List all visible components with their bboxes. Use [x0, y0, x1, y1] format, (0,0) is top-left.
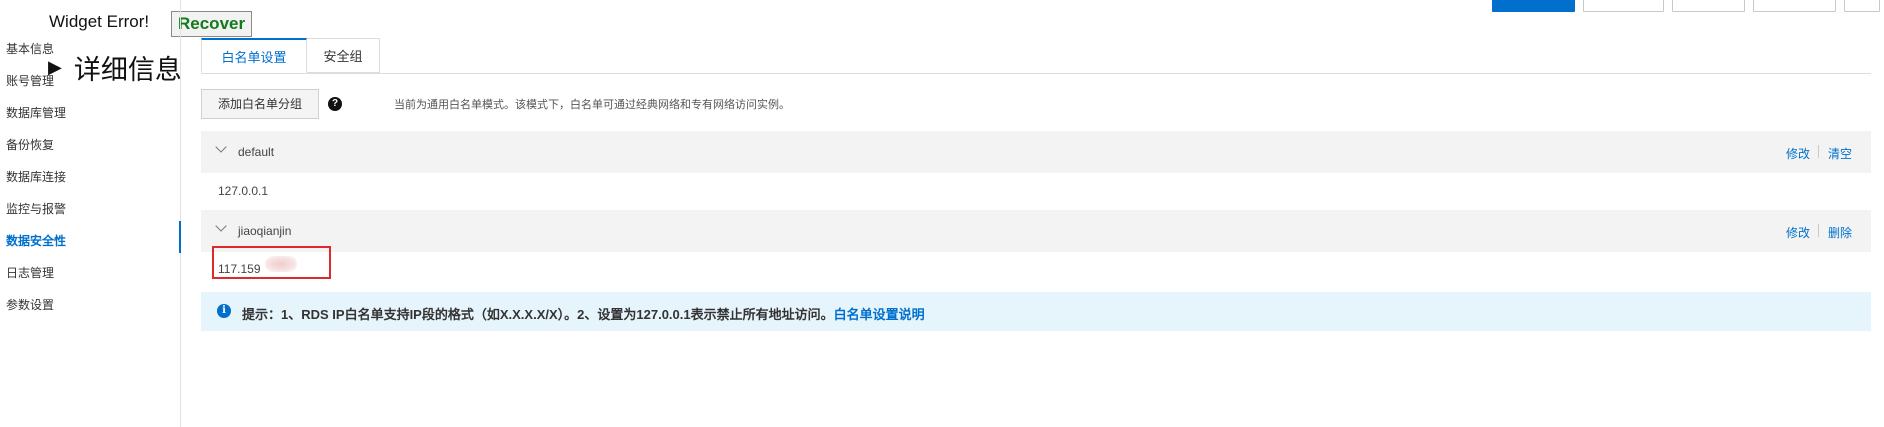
delete-link[interactable]: 删除: [1828, 224, 1852, 241]
group-header-jiaoqianjin[interactable]: jiaoqianjin 修改 删除: [201, 210, 1871, 252]
group-header-default[interactable]: default 修改 清空: [201, 131, 1871, 173]
modify-link[interactable]: 修改: [1786, 224, 1810, 241]
whitelist-help-link[interactable]: 白名单设置说明: [834, 307, 925, 322]
add-whitelist-group-button[interactable]: 添加白名单分组: [201, 89, 319, 119]
tab-whitelist-settings[interactable]: 白名单设置: [201, 38, 307, 73]
sidebar-item-basic-info[interactable]: 基本信息: [6, 40, 54, 57]
top-button-3[interactable]: [1672, 0, 1745, 12]
widget-error-message: Widget Error!: [49, 12, 150, 31]
tab-security-group[interactable]: 安全组: [307, 38, 380, 73]
sidebar-item-data-security[interactable]: 数据安全性: [6, 232, 66, 249]
action-separator: [1818, 224, 1819, 237]
top-button-4[interactable]: [1753, 0, 1836, 12]
top-primary-button[interactable]: [1492, 0, 1575, 12]
top-button-2[interactable]: [1583, 0, 1664, 12]
details-toggle[interactable]: ▶ 详细信息: [48, 48, 182, 87]
tip-message: 提示：1、RDS IP白名单支持IP段的格式（如X.X.X.X/X）。2、设置为…: [242, 307, 834, 322]
sidebar-active-indicator: [179, 221, 181, 253]
sidebar-item-connection[interactable]: 数据库连接: [6, 168, 66, 185]
tip-banner: i 提示：1、RDS IP白名单支持IP段的格式（如X.X.X.X/X）。2、设…: [201, 292, 1871, 331]
sidebar-item-accounts[interactable]: 账号管理: [6, 72, 54, 89]
sidebar-item-backup[interactable]: 备份恢复: [6, 136, 54, 153]
group-ip-list: 127.0.0.1: [218, 184, 269, 198]
action-separator: [1818, 145, 1819, 158]
group-name: jiaoqianjin: [238, 224, 292, 238]
tip-text: 提示：1、RDS IP白名单支持IP段的格式（如X.X.X.X/X）。2、设置为…: [242, 304, 925, 323]
details-label: 详细信息: [73, 55, 182, 85]
whitelist-mode-description: 当前为通用白名单模式。该模式下，白名单可通过经典网络和专有网络访问实例。: [394, 99, 790, 111]
sidebar-item-databases[interactable]: 数据库管理: [6, 104, 66, 121]
chevron-down-icon[interactable]: [215, 220, 227, 232]
sidebar-item-parameters[interactable]: 参数设置: [6, 296, 54, 313]
recover-button[interactable]: Recover: [171, 11, 253, 37]
top-button-5[interactable]: [1844, 0, 1880, 12]
highlight-annotation: [212, 246, 331, 279]
group-name: default: [238, 145, 275, 159]
sidebar-divider: [180, 0, 181, 427]
chevron-down-icon[interactable]: [215, 141, 227, 153]
info-icon: i: [217, 304, 231, 318]
sidebar-item-logs[interactable]: 日志管理: [6, 264, 54, 281]
tabs-baseline: [201, 73, 1871, 74]
modify-link[interactable]: 修改: [1786, 145, 1810, 162]
question-icon[interactable]: ?: [328, 97, 342, 111]
sidebar-item-monitoring[interactable]: 监控与报警: [6, 200, 66, 217]
clear-link[interactable]: 清空: [1828, 145, 1852, 162]
